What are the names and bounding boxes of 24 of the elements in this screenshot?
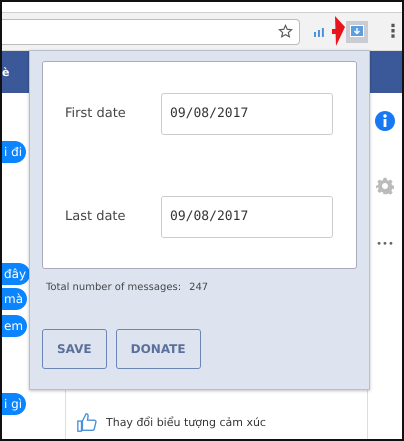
chat-bubble: i gì <box>2 393 26 415</box>
date-label: First date <box>65 106 127 121</box>
reaction-label[interactable]: Thay đổi biểu tượng cảm xúc <box>106 416 266 428</box>
chat-bubble: mà <box>2 288 28 310</box>
chat-bubble: đây <box>2 263 30 285</box>
date-field[interactable]: 09/08/2017 <box>161 196 333 238</box>
download-box-icon <box>350 24 364 38</box>
date-field[interactable]: 09/08/2017 <box>161 92 333 134</box>
chat-bubble: em <box>2 315 28 337</box>
extension-button[interactable] <box>346 20 368 42</box>
thumbs-up-icon[interactable] <box>76 411 98 433</box>
total-label: Total number of messages: <box>46 282 182 293</box>
date-label: Last date <box>65 209 127 224</box>
pointer-arrow <box>332 16 345 46</box>
menu-icon[interactable]: ⋮ <box>384 21 402 42</box>
info-icon[interactable] <box>375 111 395 131</box>
header-text: è <box>2 66 10 78</box>
more-text[interactable]: ••• <box>376 239 394 250</box>
popup-button[interactable]: SAVE <box>42 329 107 369</box>
star-icon[interactable] <box>278 24 294 39</box>
total-value: 247 <box>189 282 208 293</box>
chat-bubble: i đi <box>2 141 26 163</box>
popup-button[interactable]: DONATE <box>116 329 201 369</box>
settings-icon[interactable] <box>376 177 394 195</box>
